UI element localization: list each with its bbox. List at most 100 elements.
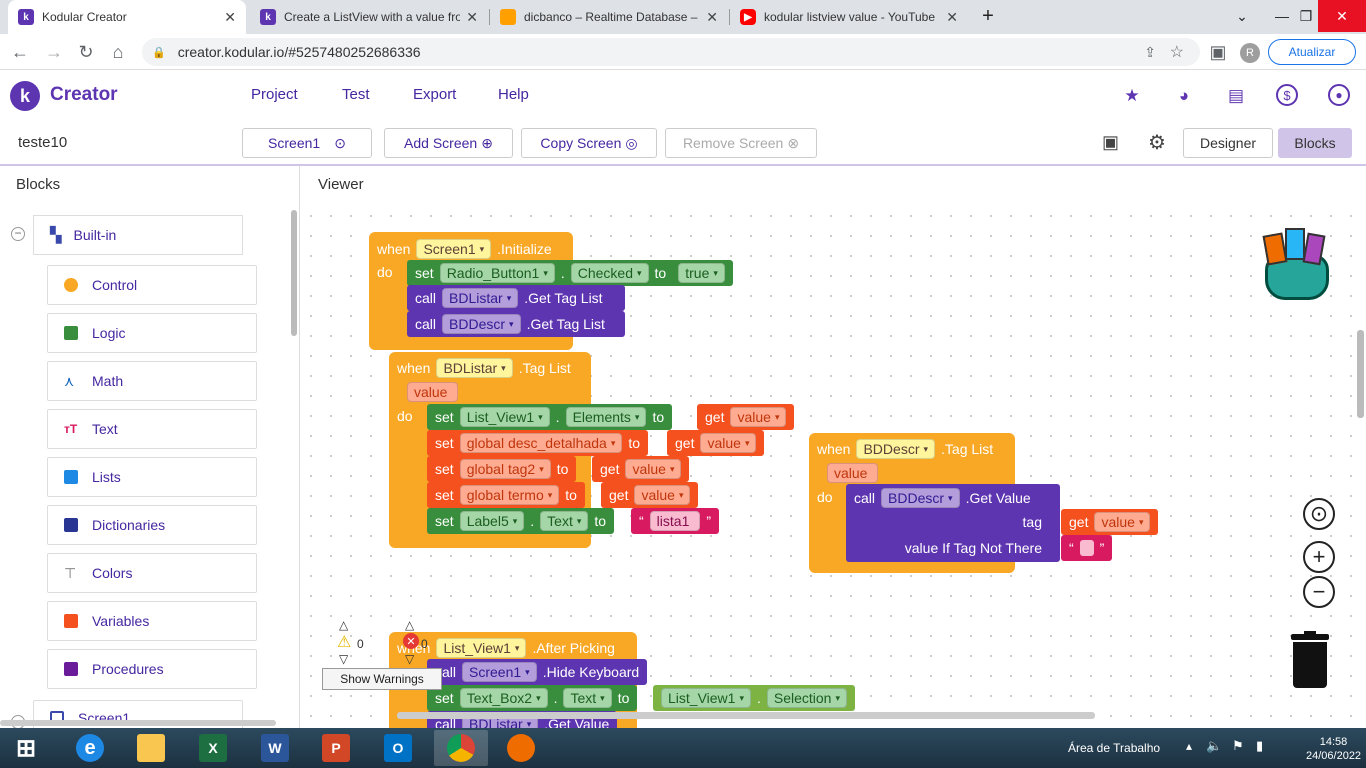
property-dropdown[interactable]: Selection xyxy=(766,688,847,708)
app-orange-icon[interactable] xyxy=(499,730,543,766)
property-dropdown[interactable]: Text xyxy=(563,688,612,708)
add-screen-button[interactable]: Add Screen ⊕ xyxy=(384,128,513,158)
reload-icon[interactable]: ↻ xyxy=(74,40,98,64)
component-dropdown[interactable]: BDListar xyxy=(436,358,513,378)
copy-screen-button[interactable]: Copy Screen ◎ xyxy=(521,128,657,158)
block-call-bddescr-getvalue[interactable]: call BDDescr .Get Value tag value If Tag… xyxy=(846,484,1060,562)
chrome-icon[interactable] xyxy=(434,730,488,766)
block-call-screen1-hidekeyboard[interactable]: call Screen1 .Hide Keyboard xyxy=(427,659,648,685)
component-dropdown[interactable]: List_View1 xyxy=(661,688,751,708)
backpack-icon[interactable] xyxy=(1261,224,1333,302)
update-button[interactable]: Atualizar xyxy=(1268,39,1356,65)
show-warnings-button[interactable]: Show Warnings xyxy=(322,668,442,690)
share-icon[interactable]: ⇪ xyxy=(1144,44,1156,61)
close-window-icon[interactable]: ✕ xyxy=(1318,0,1366,32)
property-dropdown[interactable]: Checked xyxy=(570,263,649,283)
dollar-icon[interactable]: $ xyxy=(1276,84,1298,106)
palette-icon[interactable]: ◕ xyxy=(1172,84,1196,108)
variable-dropdown[interactable]: global termo xyxy=(459,485,560,505)
block-text-string[interactable]: “ lista1 ” xyxy=(631,508,720,534)
block-set-global-tag2[interactable]: set global tag2 to xyxy=(427,456,577,482)
sidebar-item-dictionaries[interactable]: Dictionaries xyxy=(47,505,257,545)
file-explorer-icon[interactable] xyxy=(129,730,173,766)
variable-dropdown[interactable]: value xyxy=(634,485,691,505)
variable-dropdown[interactable]: global tag2 xyxy=(459,459,551,479)
home-icon[interactable]: ⌂ xyxy=(106,40,130,64)
outlook-icon[interactable]: O xyxy=(376,730,420,766)
component-dropdown[interactable]: Screen1 xyxy=(462,662,537,682)
powerpoint-icon[interactable]: P xyxy=(314,730,358,766)
remove-screen-button[interactable]: Remove Screen ⊗ xyxy=(665,128,817,158)
block-set-radio-checked[interactable]: set Radio_Button1 . Checked to true xyxy=(407,260,733,286)
sidebar-item-colors[interactable]: ⊤ Colors xyxy=(47,553,257,593)
boolean-dropdown[interactable]: true xyxy=(678,263,725,283)
sidebar-item-logic[interactable]: Logic xyxy=(47,313,257,353)
variable-dropdown[interactable]: value xyxy=(1094,512,1151,532)
word-icon[interactable]: W xyxy=(253,730,297,766)
variable-dropdown[interactable]: value xyxy=(730,407,787,427)
component-dropdown[interactable]: List_View1 xyxy=(436,638,527,658)
center-target-icon[interactable]: ⊙ xyxy=(1303,498,1335,530)
block-get-value[interactable]: get value xyxy=(592,456,690,482)
flag-icon[interactable]: ⚑ xyxy=(1232,738,1244,754)
component-dropdown[interactable]: Text_Box2 xyxy=(459,688,548,708)
menu-project[interactable]: Project xyxy=(251,86,298,103)
url-input[interactable]: 🔒 creator.kodular.io/#5257480252686336 ⇪… xyxy=(142,38,1200,66)
text-string-field[interactable]: lista1 xyxy=(649,511,701,531)
designer-button[interactable]: Designer xyxy=(1183,128,1273,158)
component-dropdown[interactable]: List_View1 xyxy=(459,407,550,427)
sidebar-item-lists[interactable]: Lists xyxy=(47,457,257,497)
block-listview-selection[interactable]: List_View1 . Selection xyxy=(653,685,855,711)
menu-help[interactable]: Help xyxy=(498,86,529,103)
account-icon[interactable]: ● xyxy=(1328,84,1350,106)
block-call-bdlistar-gettaglist[interactable]: call BDListar .Get Tag List xyxy=(407,285,625,311)
component-dropdown[interactable]: Radio_Button1 xyxy=(439,263,555,283)
collapse-icon[interactable]: − xyxy=(11,227,25,241)
block-set-global-termo[interactable]: set global termo to xyxy=(427,482,585,508)
block-get-value[interactable]: get value xyxy=(667,430,765,456)
forward-icon[interactable]: → xyxy=(42,40,66,64)
sidebar-item-control[interactable]: Control xyxy=(47,265,257,305)
close-icon[interactable]: ✕ xyxy=(706,9,718,26)
tab-youtube[interactable]: ▶ kodular listview value - YouTube ✕ xyxy=(730,0,968,34)
block-get-value[interactable]: get value xyxy=(601,482,699,508)
warnings-up-arrow-icon[interactable]: △ xyxy=(339,618,348,632)
block-set-listview-elements[interactable]: set List_View1 . Elements to xyxy=(427,404,673,430)
clock[interactable]: 14:58 24/06/2022 xyxy=(1306,735,1361,763)
back-icon[interactable]: ← xyxy=(8,40,32,64)
sidebar-item-variables[interactable]: Variables xyxy=(47,601,257,641)
volume-icon[interactable]: 🔈 xyxy=(1206,738,1222,754)
sidebar-item-text[interactable]: ᴛT Text xyxy=(47,409,257,449)
tab-create-listview[interactable]: k Create a ListView with a value fro ✕ xyxy=(250,0,488,34)
property-dropdown[interactable]: Elements xyxy=(565,407,647,427)
block-get-value[interactable]: get value xyxy=(697,404,795,430)
sidebar-item-builtin[interactable]: ▚ Built-in xyxy=(33,215,243,255)
errors-down-arrow-icon[interactable]: ▽ xyxy=(405,652,414,666)
component-dropdown[interactable]: BDDescr xyxy=(881,488,960,508)
component-dropdown[interactable]: BDDescr xyxy=(856,439,936,459)
gallery-icon[interactable]: ▣ xyxy=(1102,132,1119,153)
projects-folder-icon[interactable]: ★ xyxy=(1120,84,1144,108)
blocks-workspace[interactable]: when Screen1 .Initialize do set Radio_Bu… xyxy=(301,206,1366,728)
close-icon[interactable]: ✕ xyxy=(224,9,236,26)
param-value[interactable]: value xyxy=(827,463,879,483)
warnings-down-arrow-icon[interactable]: ▽ xyxy=(339,652,348,666)
param-value[interactable]: value xyxy=(407,382,459,402)
new-tab-icon[interactable]: + xyxy=(968,0,1008,32)
workspace-horizontal-scrollbar[interactable] xyxy=(397,712,1095,719)
windows-start-icon[interactable]: ⊞ xyxy=(4,730,48,766)
excel-icon[interactable]: X xyxy=(191,730,235,766)
screen-select[interactable]: Screen1 ⊙ xyxy=(242,128,372,158)
close-icon[interactable]: ✕ xyxy=(946,9,958,26)
block-set-label5-text[interactable]: set Label5 . Text to xyxy=(427,508,615,534)
block-call-bddescr-gettaglist[interactable]: call BDDescr .Get Tag List xyxy=(407,311,625,337)
block-set-global-desc-detalhada[interactable]: set global desc_detalhada to xyxy=(427,430,649,456)
profile-avatar[interactable]: R xyxy=(1240,43,1260,63)
side-panel-icon[interactable]: ▣ xyxy=(1206,40,1230,64)
trash-can-icon[interactable] xyxy=(1291,631,1329,688)
blocks-button[interactable]: Blocks xyxy=(1278,128,1352,158)
empty-text-field[interactable] xyxy=(1079,540,1094,556)
library-icon[interactable]: ▤ xyxy=(1224,84,1248,108)
variable-dropdown[interactable]: value xyxy=(700,433,757,453)
variable-dropdown[interactable]: value xyxy=(625,459,682,479)
